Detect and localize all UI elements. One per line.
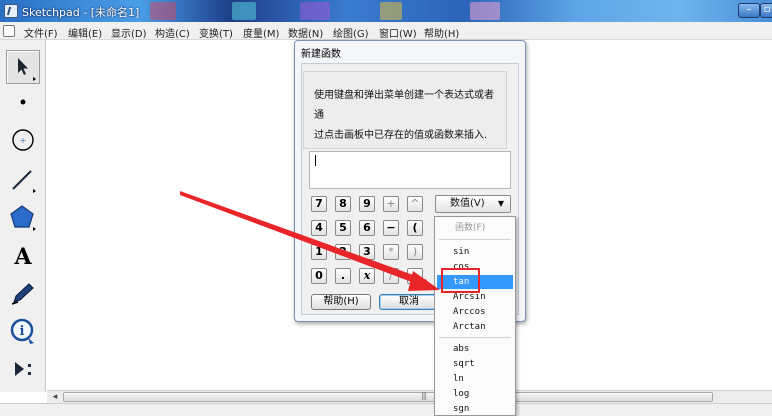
key-1[interactable]: 1 — [311, 244, 327, 260]
custom-tool-icon — [15, 362, 31, 376]
cancel-button[interactable]: 取消 — [379, 294, 439, 310]
key-x-variable[interactable]: x — [359, 268, 375, 284]
function-item-arccos[interactable]: Arccos — [437, 305, 513, 319]
menu-measure[interactable]: 度量(M) — [243, 25, 279, 40]
key-8[interactable]: 8 — [335, 196, 351, 212]
title-bar: Sketchpad - [未命名1] – ▫ — [0, 0, 772, 22]
text-icon: A — [13, 244, 32, 270]
svg-text:i: i — [20, 324, 25, 339]
document-system-icon[interactable] — [3, 25, 15, 37]
app-icon — [4, 4, 18, 18]
scrollbar-grip-icon: ||| — [421, 391, 427, 400]
function-menu-header: 函数(F) — [455, 223, 486, 233]
horizontal-scrollbar[interactable]: ◂ ||| — [47, 390, 772, 403]
function-item-abs[interactable]: abs — [437, 342, 513, 356]
compass-circle-icon: + — [12, 129, 34, 151]
key-backspace[interactable]: ← — [407, 268, 423, 284]
menu-display[interactable]: 显示(D) — [111, 25, 147, 40]
value-dropdown-label: 数值(V) — [450, 198, 485, 209]
polygon-tool[interactable] — [6, 200, 40, 234]
custom-tool[interactable] — [6, 352, 40, 386]
information-tool[interactable]: i — [6, 314, 40, 348]
taskbar-thumbnail — [380, 2, 402, 20]
key-divide[interactable]: / — [383, 268, 399, 284]
annotation-highlight-box — [441, 268, 480, 293]
information-icon: i — [10, 318, 34, 344]
toolbox: + A i — [0, 40, 46, 392]
straightedge-icon — [12, 170, 36, 193]
key-power[interactable]: ^ — [407, 196, 423, 212]
menu-separator — [439, 239, 511, 240]
help-button[interactable]: 帮助(H) — [311, 294, 371, 310]
menu-bar: 文件(F) 编辑(E) 显示(D) 构造(C) 变换(T) 度量(M) 数据(N… — [0, 22, 772, 40]
value-dropdown-button[interactable]: 数值(V) ▼ — [435, 195, 511, 213]
scrollbar-thumb[interactable] — [63, 392, 713, 402]
function-item-sqrt[interactable]: sqrt — [437, 357, 513, 371]
arrow-select-icon — [18, 58, 36, 81]
dialog-description: 使用键盘和弹出菜单创建一个表达式或者通 过点击画板中已存在的值或函数来插入. — [303, 71, 507, 149]
menu-data[interactable]: 数据(N) — [288, 25, 323, 40]
scroll-left-arrow-icon[interactable]: ◂ — [49, 392, 61, 402]
key-open-paren[interactable]: ( — [407, 220, 423, 236]
menu-graph[interactable]: 绘图(G) — [333, 25, 369, 40]
expression-input[interactable] — [309, 151, 511, 189]
key-0[interactable]: 0 — [311, 268, 327, 284]
taskbar-thumbnail — [470, 2, 500, 20]
menu-separator — [439, 337, 511, 338]
point-icon — [20, 99, 26, 105]
compass-tool[interactable]: + — [6, 123, 40, 157]
menu-construct[interactable]: 构造(C) — [155, 25, 190, 40]
text-tool[interactable]: A — [6, 238, 40, 272]
key-plus[interactable]: + — [383, 196, 399, 212]
menu-edit[interactable]: 编辑(E) — [68, 25, 102, 40]
minimize-button[interactable]: – — [738, 3, 760, 18]
dropdown-arrow-icon: ▼ — [497, 199, 504, 208]
function-item-sin[interactable]: sin — [437, 245, 513, 259]
svg-text:+: + — [20, 136, 27, 145]
svg-text:A: A — [13, 244, 32, 270]
function-item-ln[interactable]: ln — [437, 372, 513, 386]
key-2[interactable]: 2 — [335, 244, 351, 260]
function-item-arctan[interactable]: Arctan — [437, 320, 513, 334]
key-4[interactable]: 4 — [311, 220, 327, 236]
straightedge-tool[interactable] — [6, 162, 40, 196]
key-7[interactable]: 7 — [311, 196, 327, 212]
function-menu: 函数(F) sin cos tan Arcsin Arccos Arctan a… — [434, 216, 516, 416]
key-close-paren[interactable]: ) — [407, 244, 423, 260]
status-bar — [0, 403, 772, 416]
window-title: Sketchpad - [未命名1] — [22, 6, 140, 19]
description-line-1: 使用键盘和弹出菜单创建一个表达式或者通 — [314, 90, 494, 121]
restore-button[interactable]: ▫ — [760, 3, 772, 18]
polygon-icon — [10, 205, 36, 231]
menu-help[interactable]: 帮助(H) — [424, 25, 459, 40]
function-item-sgn[interactable]: sgn — [437, 402, 513, 415]
taskbar-thumbnail — [300, 2, 330, 20]
taskbar-thumbnail — [232, 2, 256, 20]
description-line-2: 过点击画板中已存在的值或函数来插入. — [314, 130, 488, 141]
function-item-log[interactable]: log — [437, 387, 513, 401]
point-tool[interactable] — [6, 85, 40, 119]
marker-pen-icon — [11, 283, 34, 305]
key-minus[interactable]: − — [383, 220, 399, 236]
selection-arrow-tool[interactable] — [6, 50, 40, 84]
key-3[interactable]: 3 — [359, 244, 375, 260]
sketchpad-window: Sketchpad - [未命名1] – ▫ 文件(F) 编辑(E) 显示(D)… — [0, 0, 772, 416]
key-6[interactable]: 6 — [359, 220, 375, 236]
menu-transform[interactable]: 变换(T) — [199, 25, 233, 40]
key-multiply[interactable]: * — [383, 244, 399, 260]
text-caret — [315, 155, 316, 166]
dialog-title: 新建函数 — [301, 49, 341, 60]
key-9[interactable]: 9 — [359, 196, 375, 212]
key-decimal[interactable]: . — [335, 268, 351, 284]
key-5[interactable]: 5 — [335, 220, 351, 236]
taskbar-thumbnail — [150, 2, 176, 20]
marker-tool[interactable] — [6, 276, 40, 310]
menu-file[interactable]: 文件(F) — [24, 25, 58, 40]
menu-window[interactable]: 窗口(W) — [379, 25, 417, 40]
